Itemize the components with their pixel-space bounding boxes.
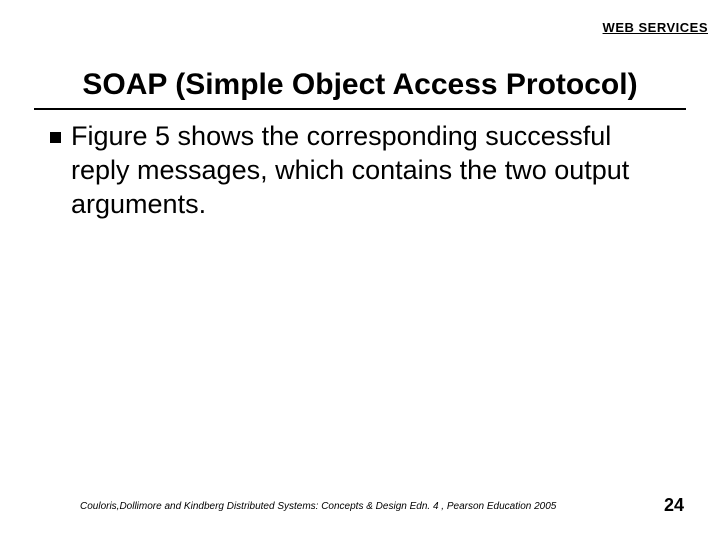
bullet-item: Figure 5 shows the corresponding success… [50,120,670,221]
content-area: Figure 5 shows the corresponding success… [50,120,670,221]
page-number: 24 [664,495,684,516]
title-underline [34,108,686,110]
footer-citation: Couloris,Dollimore and Kindberg Distribu… [80,501,556,512]
header-label: WEB SERVICES [603,20,708,35]
bullet-marker-icon [50,132,61,143]
bullet-text: Figure 5 shows the corresponding success… [71,120,670,221]
slide-title: SOAP (Simple Object Access Protocol) [0,68,720,102]
